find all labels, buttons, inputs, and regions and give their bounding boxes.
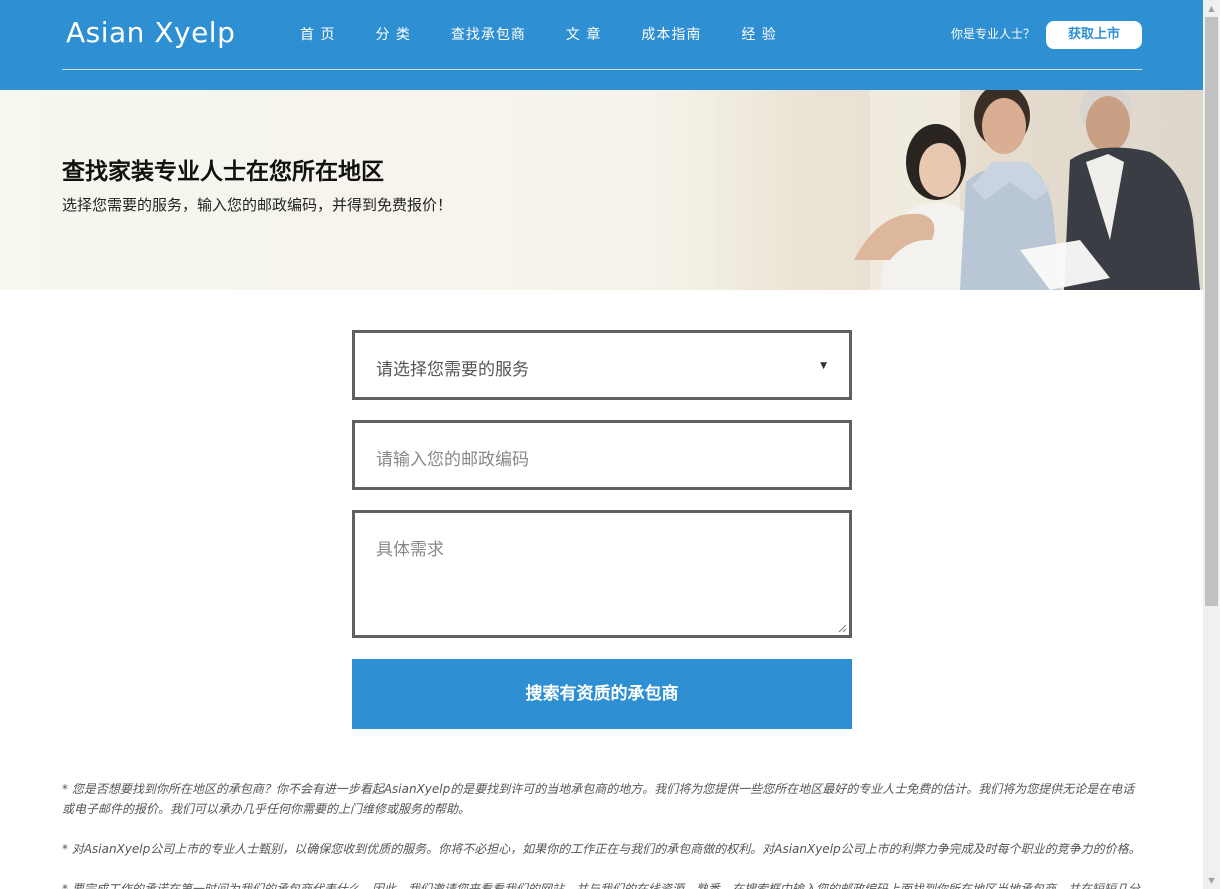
search-contractors-button[interactable]: 搜索有资质的承包商 [352,659,852,729]
hero-subtitle: 选择您需要的服务，输入您的邮政编码，并得到免费报价！ [62,196,453,214]
chevron-down-icon: ▼ [820,361,827,371]
page: Asian Xyelp 首 页 分 类 查找承包商 文 章 成本指南 经 验 你… [0,0,1203,889]
nav-item-articles[interactable]: 文 章 [566,25,601,45]
nav-item-find-contractors[interactable]: 查找承包商 [451,25,526,45]
info-note: * 要完成工作的承诺在第一时间为我们的承包商代表什么。因此，我们邀请您来看看我们… [62,882,1140,889]
hero-title: 查找家装专业人士在您所在地区 [62,159,384,185]
vertical-scrollbar[interactable]: ▲ ▼ [1203,0,1220,889]
info-note: * 您是否想要找到你所在地区的承包商？你不会有进一步看起AsianXyelp的是… [62,782,1135,816]
info-note: * 对AsianXyelp公司上市的专业人士甄别，以确保您收到优质的服务。你将不… [62,842,1141,856]
scroll-up-arrow-icon[interactable]: ▲ [1203,0,1220,17]
hero-photo-image [640,90,1203,290]
info-notes: * 您是否想要找到你所在地区的承包商？你不会有进一步看起AsianXyelp的是… [62,779,1144,889]
main-nav: 首 页 分 类 查找承包商 文 章 成本指南 经 验 [300,25,817,45]
zip-code-placeholder: 请输入您的邮政编码 [376,450,529,470]
nav-item-experience[interactable]: 经 验 [741,25,776,45]
brand-logo[interactable]: Asian Xyelp [66,16,235,49]
nav-item-categories[interactable]: 分 类 [375,25,410,45]
scrollbar-thumb[interactable] [1205,17,1218,606]
service-select[interactable]: 请选择您需要的服务 ▼ [352,330,852,400]
resize-grip-icon[interactable] [837,623,847,633]
scroll-down-arrow-icon[interactable]: ▼ [1203,872,1220,889]
get-listed-button[interactable]: 获取上市 [1046,21,1142,49]
pro-question-text: 你是专业人士？ [951,27,1036,41]
nav-item-home[interactable]: 首 页 [300,25,335,45]
hero-banner: 查找家装专业人士在您所在地区 选择您需要的服务，输入您的邮政编码，并得到免费报价… [0,90,1203,290]
details-placeholder: 具体需求 [376,540,444,560]
zip-code-input[interactable]: 请输入您的邮政编码 [352,420,852,490]
details-textarea[interactable]: 具体需求 [352,510,852,638]
nav-item-cost-guide[interactable]: 成本指南 [641,25,701,45]
site-header: Asian Xyelp 首 页 分 类 查找承包商 文 章 成本指南 经 验 你… [0,0,1203,90]
header-divider [62,69,1142,70]
service-select-value: 请选择您需要的服务 [376,360,529,380]
